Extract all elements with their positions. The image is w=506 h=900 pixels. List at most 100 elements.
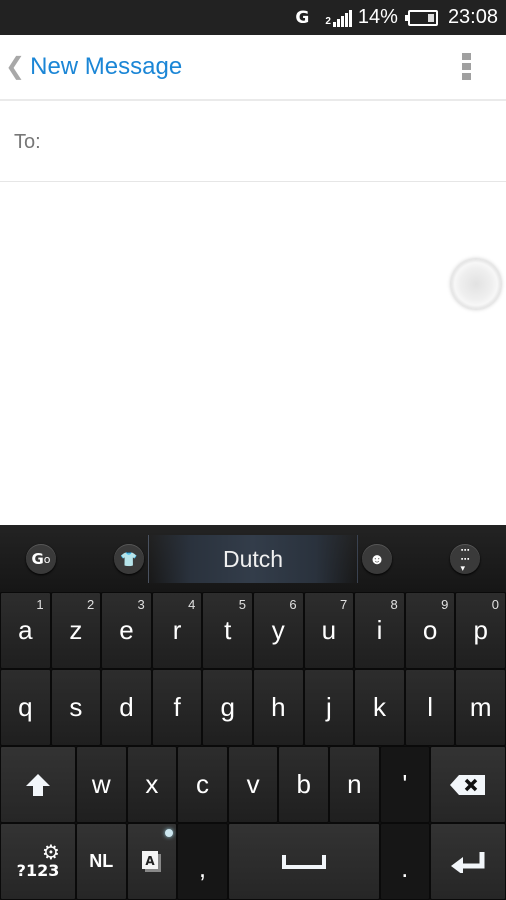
- text-box-icon: A: [141, 850, 161, 872]
- clock: 23:08: [447, 6, 498, 28]
- return-icon: [451, 851, 485, 873]
- shift-key[interactable]: [0, 746, 76, 823]
- space-key[interactable]: [227, 823, 380, 900]
- key-hint: 3: [137, 597, 145, 612]
- keyboard: Go 👕 Dutch ☻ ⋯ ⋯ ▾ a1z2e3r4t5y6u7i8o9p0qsd…: [0, 525, 506, 900]
- key-t[interactable]: t5: [202, 592, 253, 669]
- key-q[interactable]: q: [0, 669, 51, 746]
- key-label: m: [469, 692, 492, 722]
- key-w[interactable]: w: [76, 746, 127, 823]
- key-hint: 5: [238, 597, 246, 612]
- key-i[interactable]: i8: [354, 592, 405, 669]
- key-label: v: [246, 769, 260, 799]
- key-a[interactable]: a1: [0, 592, 51, 669]
- key-l[interactable]: l: [404, 669, 456, 746]
- key-label: h: [271, 692, 286, 722]
- key-label: i: [376, 615, 383, 645]
- key-v[interactable]: v: [227, 746, 279, 823]
- key-j[interactable]: j: [303, 669, 355, 746]
- key-label: c: [195, 769, 209, 799]
- language-label: Dutch: [222, 545, 284, 572]
- key-label: ': [402, 769, 408, 799]
- key-c[interactable]: c: [177, 746, 228, 823]
- space-bar-icon: [281, 854, 326, 869]
- key-label: g: [220, 692, 235, 722]
- key-hint: 0: [491, 597, 499, 612]
- key-label: l: [427, 692, 433, 722]
- shift-arrow-icon: [26, 773, 50, 796]
- key-label: z: [69, 615, 83, 645]
- key-label: f: [173, 692, 181, 722]
- recipient-row: To:: [0, 103, 506, 182]
- key-m[interactable]: m: [455, 669, 506, 746]
- key-u[interactable]: u7: [303, 592, 355, 669]
- key-x[interactable]: x: [126, 746, 178, 823]
- key-label: w: [91, 769, 111, 799]
- symbols-key[interactable]: ⚙ ?123: [0, 823, 76, 900]
- keyboard-toolbar: Go 👕 Dutch ☻ ⋯ ⋯ ▾: [0, 525, 506, 592]
- back-chevron-icon[interactable]: ❮: [5, 55, 25, 79]
- key-label: ,: [198, 853, 207, 883]
- key-h[interactable]: h: [253, 669, 304, 746]
- key-apostrophe[interactable]: ': [379, 746, 431, 823]
- key-label: p: [473, 615, 488, 645]
- key-b[interactable]: b: [278, 746, 329, 823]
- key-y[interactable]: y6: [253, 592, 304, 669]
- svg-text:A: A: [145, 854, 155, 868]
- key-s[interactable]: s: [50, 669, 102, 746]
- backspace-icon: [450, 774, 485, 795]
- status-bar: G 2 14% 23:08: [0, 0, 506, 35]
- key-d[interactable]: d: [101, 669, 152, 746]
- key-label: a: [18, 615, 33, 645]
- key-e[interactable]: e3: [101, 592, 152, 669]
- key-label: o: [422, 615, 438, 645]
- language-key[interactable]: NL: [76, 823, 127, 900]
- action-bar: ❮ New Message: [0, 35, 506, 101]
- key-hint: 2: [86, 597, 95, 612]
- key-label: NL: [89, 851, 114, 871]
- key-label: e: [119, 615, 134, 645]
- to-label: To:: [14, 130, 41, 153]
- key-label: q: [18, 692, 33, 722]
- key-label: ?123: [16, 861, 60, 880]
- battery-percent: 14%: [357, 6, 398, 28]
- key-label: r: [172, 615, 182, 645]
- key-o[interactable]: o9: [404, 592, 456, 669]
- key-label: d: [119, 692, 134, 722]
- key-hint: 6: [289, 597, 297, 612]
- key-hint: 8: [390, 597, 398, 612]
- key-hint: 1: [36, 597, 44, 612]
- go-keyboard-icon[interactable]: Go: [26, 544, 56, 574]
- keypad-collapse-icon[interactable]: ⋯ ⋯ ▾: [450, 544, 480, 574]
- period-key[interactable]: .: [379, 823, 430, 900]
- key-k[interactable]: k: [354, 669, 405, 746]
- signal-icon: 2: [325, 9, 352, 27]
- key-hint: 9: [441, 597, 449, 612]
- key-f[interactable]: f: [151, 669, 203, 746]
- key-label: t: [224, 615, 232, 645]
- screen: G 2 14% 23:08 ❮ New Message To: Go 👕 Dut…: [0, 0, 506, 900]
- key-label: x: [145, 769, 159, 799]
- comma-key[interactable]: ,: [177, 823, 228, 900]
- key-n[interactable]: n: [329, 746, 380, 823]
- key-r[interactable]: r4: [151, 592, 203, 669]
- recipient-input[interactable]: [48, 122, 506, 162]
- key-g[interactable]: g: [202, 669, 253, 746]
- key-label: k: [372, 692, 386, 722]
- key-label: j: [326, 692, 332, 722]
- emoji-icon[interactable]: ☻: [362, 544, 392, 574]
- backspace-key[interactable]: [430, 746, 506, 823]
- enter-key[interactable]: [430, 823, 506, 900]
- key-label: u: [321, 615, 337, 645]
- language-selector[interactable]: Dutch: [148, 535, 358, 583]
- assistive-touch-button[interactable]: [451, 259, 501, 309]
- key-z[interactable]: z2: [50, 592, 102, 669]
- notification-dot: [165, 829, 174, 837]
- overflow-menu-icon[interactable]: [462, 53, 472, 80]
- theme-shirt-icon[interactable]: 👕: [114, 544, 144, 574]
- key-hint: 4: [188, 597, 196, 612]
- page-title[interactable]: New Message: [30, 53, 182, 81]
- key-p[interactable]: p0: [455, 592, 506, 669]
- clipboard-key[interactable]: A: [126, 823, 178, 900]
- key-hint: 7: [339, 597, 348, 612]
